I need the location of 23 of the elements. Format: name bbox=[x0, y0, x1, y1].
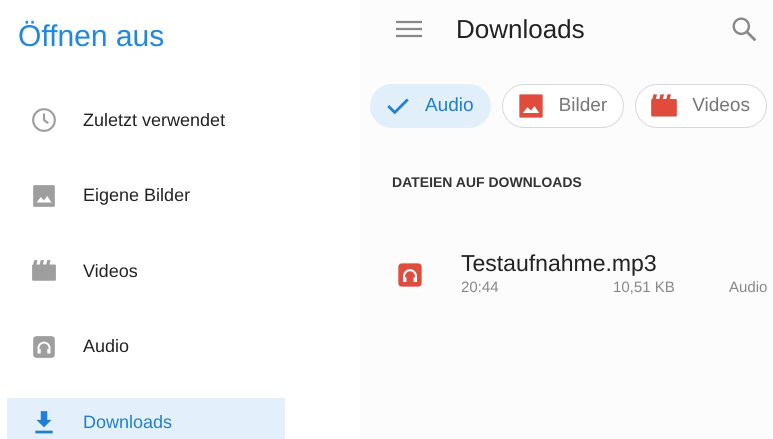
clapperboard-icon bbox=[31, 258, 57, 284]
search-icon[interactable] bbox=[731, 16, 757, 42]
menu-icon[interactable] bbox=[396, 19, 422, 39]
section-heading: DATEIEN AUF DOWNLOADS bbox=[392, 173, 583, 192]
drawer-item[interactable]: Zuletzt verwendet bbox=[7, 96, 285, 144]
drawer-item[interactable]: Eigene Bilder bbox=[7, 172, 285, 220]
file-type: Audio bbox=[729, 278, 768, 298]
drawer-item[interactable]: Downloads bbox=[7, 398, 285, 439]
filter-chip[interactable]: Bilder bbox=[502, 84, 624, 128]
image-icon bbox=[516, 92, 545, 120]
file-time: 20:44 bbox=[461, 278, 500, 298]
file-name[interactable]: Testaufnahme.mp3 bbox=[461, 249, 768, 277]
headphones-icon bbox=[396, 261, 424, 289]
drawer-item[interactable]: Audio bbox=[7, 322, 285, 370]
filter-chip[interactable]: Audio bbox=[370, 84, 491, 128]
headphones-icon bbox=[31, 334, 57, 360]
file-size: 10,51 KB bbox=[613, 278, 676, 298]
image-icon bbox=[31, 182, 57, 208]
toolbar-title: Downloads bbox=[456, 12, 585, 46]
drawer-item[interactable]: Videos bbox=[7, 247, 285, 295]
drawer-title: Öffnen aus bbox=[18, 19, 166, 55]
clock-icon bbox=[31, 107, 57, 133]
filter-chip[interactable]: Videos bbox=[635, 84, 767, 128]
